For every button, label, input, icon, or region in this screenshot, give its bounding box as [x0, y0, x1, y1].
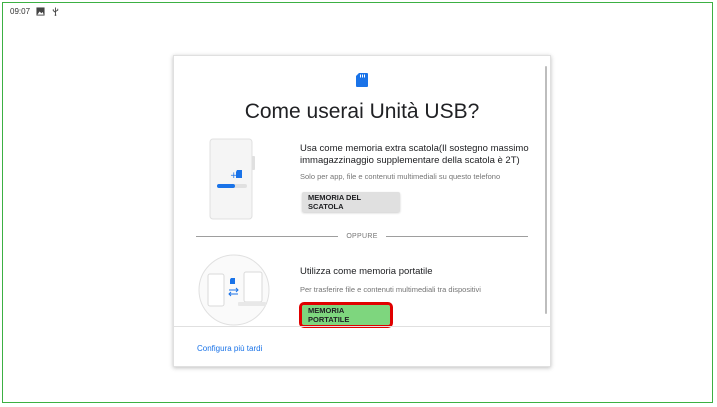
option1-title: Usa come memoria extra scatola(Il sosteg…: [300, 143, 529, 166]
divider-line-left: [196, 236, 339, 237]
sd-card-icon: [356, 73, 368, 87]
option1-subtitle: Solo per app, file e contenuti multimedi…: [300, 172, 501, 181]
status-time: 09:07: [10, 6, 31, 16]
dialog-title: Come userai Unità USB?: [244, 100, 480, 123]
divider-text: OPPURE: [346, 233, 378, 240]
internal-storage-button[interactable]: MEMORIA DEL SCATOLA: [302, 192, 400, 212]
footer-divider: [174, 326, 550, 327]
usb-setup-dialog: Come userai Unità USB? + Usa come memori…: [173, 55, 551, 367]
divider-line-right: [385, 236, 528, 237]
portable-storage-button[interactable]: MEMORIA PORTATILE: [299, 302, 393, 328]
or-divider: OPPURE: [196, 233, 528, 240]
option2-title: Utilizza come memoria portatile: [300, 266, 433, 277]
portable-transfer-illustration: [198, 254, 270, 326]
image-icon: [36, 6, 45, 16]
setup-later-link[interactable]: Configura più tardi: [197, 344, 262, 353]
status-bar: 09:07: [10, 4, 60, 18]
device-storage-illustration: +: [209, 138, 255, 220]
usb-icon: [52, 6, 59, 16]
option2-subtitle: Per trasferire file e contenuti multimed…: [300, 285, 481, 294]
